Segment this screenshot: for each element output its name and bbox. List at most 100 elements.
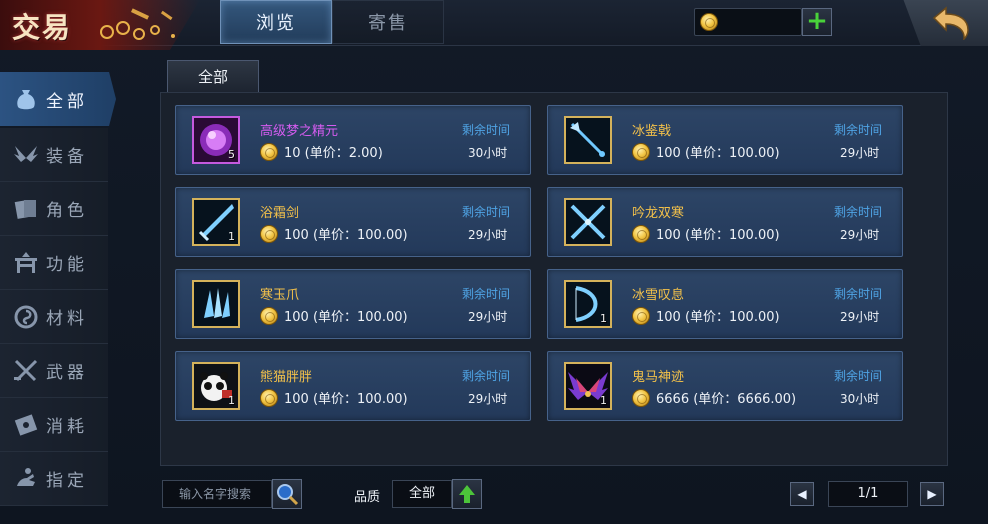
time-remaining-label: 剩余时间 <box>462 369 511 383</box>
listing-card[interactable]: 1 熊猫胖胖 100 (单价：100.00) 剩余时间 29小时 <box>175 351 531 421</box>
quality-dropdown-button[interactable] <box>452 479 482 509</box>
item-slot: 1 <box>564 362 612 410</box>
money-bag-icon <box>12 85 40 113</box>
gold-coin-icon <box>260 388 278 407</box>
trade-screen: 交易 浏览 寄售 + 全部 装备 角色 功能 材料 武器 消耗 指定 全部 5 … <box>0 0 988 524</box>
right-arrow-icon: ▶ <box>927 487 937 501</box>
twin-blades-icon <box>566 200 610 244</box>
listing-card[interactable]: 寒玉爪 100 (单价：100.00) 剩余时间 29小时 <box>175 269 531 339</box>
time-remaining-label: 剩余时间 <box>834 287 883 301</box>
gold-coin-icon <box>632 388 650 407</box>
item-slot: 1 <box>192 198 240 246</box>
item-quantity: 5 <box>228 148 235 161</box>
sidebar-item-material[interactable]: 材料 <box>0 290 108 344</box>
item-price: 100 (单价：100.00) <box>260 306 408 325</box>
time-remaining-value: 29小时 <box>468 392 508 406</box>
time-remaining-value: 30小时 <box>468 146 508 160</box>
crossed-swords-icon <box>12 357 40 385</box>
listing-card[interactable]: 5 高级梦之精元 10 (单价：2.00) 剩余时间 30小时 <box>175 105 531 175</box>
add-coins-button[interactable]: + <box>802 8 832 36</box>
time-remaining-value: 29小时 <box>840 310 880 324</box>
sidebar-item-label: 装备 <box>46 147 88 167</box>
plus-icon: + <box>806 6 828 36</box>
page-indicator: 1/1 <box>828 481 908 507</box>
listing-card[interactable]: 1 冰雪叹息 100 (单价：100.00) 剩余时间 29小时 <box>547 269 903 339</box>
sidebar-item-label: 消耗 <box>46 417 88 437</box>
gold-coin-icon <box>260 142 278 161</box>
prev-page-button[interactable]: ◀ <box>790 482 814 506</box>
item-slot: 1 <box>564 280 612 328</box>
item-price: 100 (单价：100.00) <box>632 224 780 243</box>
time-remaining-label: 剩余时间 <box>834 205 883 219</box>
item-price: 100 (单价：100.00) <box>632 142 780 161</box>
item-slot <box>564 116 612 164</box>
item-price: 6666 (单价：6666.00) <box>632 388 796 407</box>
item-name: 高级梦之精元 <box>260 124 339 139</box>
bench-icon <box>12 249 40 277</box>
item-slot <box>564 198 612 246</box>
sidebar-item-all[interactable]: 全部 <box>0 72 116 126</box>
gold-coin-icon <box>632 224 650 243</box>
gold-coin-icon <box>632 142 650 161</box>
item-slot: 1 <box>192 362 240 410</box>
search-input[interactable]: 输入名字搜索 <box>162 480 272 508</box>
item-name: 寒玉爪 <box>260 288 300 303</box>
sidebar-item-designated[interactable]: 指定 <box>0 452 108 506</box>
item-name: 冰鉴戟 <box>632 124 672 139</box>
item-name: 浴霜剑 <box>260 206 300 221</box>
sidebar-item-consumable[interactable]: 消耗 <box>0 398 108 452</box>
time-remaining-label: 剩余时间 <box>834 369 883 383</box>
item-quantity: 1 <box>600 312 607 325</box>
sidebar-item-character[interactable]: 角色 <box>0 182 108 236</box>
time-remaining-value: 29小时 <box>840 146 880 160</box>
page-title: 交易 <box>12 11 73 44</box>
sidebar-item-weapon[interactable]: 武器 <box>0 344 108 398</box>
gold-coin-icon <box>632 306 650 325</box>
gold-coin-icon <box>260 306 278 325</box>
item-price-text: 6666 (单价：6666.00) <box>656 392 797 407</box>
quality-label: 品质 <box>354 490 381 505</box>
hand-icon <box>12 465 40 493</box>
time-remaining-value: 29小时 <box>840 228 880 242</box>
quality-select[interactable]: 全部 <box>392 480 452 508</box>
tab-category-all[interactable]: 全部 <box>167 60 259 92</box>
item-price: 10 (单价：2.00) <box>260 142 383 161</box>
item-name: 熊猫胖胖 <box>260 370 313 385</box>
wings-icon <box>12 141 40 169</box>
tab-browse[interactable]: 浏览 <box>220 0 332 44</box>
sidebar-item-function[interactable]: 功能 <box>0 236 108 290</box>
item-price-text: 100 (单价：100.00) <box>656 146 780 161</box>
item-price: 100 (单价：100.00) <box>632 306 780 325</box>
item-quantity: 1 <box>600 394 607 407</box>
listing-card[interactable]: 1 浴霜剑 100 (单价：100.00) 剩余时间 29小时 <box>175 187 531 257</box>
sidebar-item-label: 功能 <box>46 255 88 275</box>
search-button[interactable] <box>272 479 302 509</box>
time-remaining-label: 剩余时间 <box>462 123 511 137</box>
item-price-text: 100 (单价：100.00) <box>284 392 408 407</box>
time-remaining-label: 剩余时间 <box>834 123 883 137</box>
item-slot <box>192 280 240 328</box>
tab-consign[interactable]: 寄售 <box>332 0 444 44</box>
listing-card[interactable]: 吟龙双寒 100 (单价：100.00) 剩余时间 29小时 <box>547 187 903 257</box>
listing-card[interactable]: 1 鬼马神迹 6666 (单价：6666.00) 剩余时间 30小时 <box>547 351 903 421</box>
item-price-text: 10 (单价：2.00) <box>284 146 383 161</box>
sidebar-item-label: 指定 <box>46 471 88 491</box>
category-sidebar: 全部 装备 角色 功能 材料 武器 消耗 指定 <box>0 72 116 524</box>
listing-panel: 5 高级梦之精元 10 (单价：2.00) 剩余时间 30小时 冰鉴戟 100 … <box>160 92 948 466</box>
listing-card[interactable]: 冰鉴戟 100 (单价：100.00) 剩余时间 29小时 <box>547 105 903 175</box>
sidebar-item-label: 角色 <box>46 201 88 221</box>
swirl-icon <box>12 303 40 331</box>
item-price-text: 100 (单价：100.00) <box>656 310 780 325</box>
sidebar-item-equipment[interactable]: 装备 <box>0 128 108 182</box>
item-name: 冰雪叹息 <box>632 288 685 303</box>
time-remaining-value: 29小时 <box>468 228 508 242</box>
ice-halberd-icon <box>566 118 610 162</box>
time-remaining-label: 剩余时间 <box>462 205 511 219</box>
search-icon <box>277 484 299 506</box>
cards-icon <box>12 195 40 223</box>
sidebar-item-label: 全部 <box>46 91 88 112</box>
back-arrow-icon[interactable] <box>930 6 972 40</box>
next-page-button[interactable]: ▶ <box>920 482 944 506</box>
sidebar-item-label: 材料 <box>46 309 88 329</box>
gold-coin-icon <box>700 13 718 31</box>
